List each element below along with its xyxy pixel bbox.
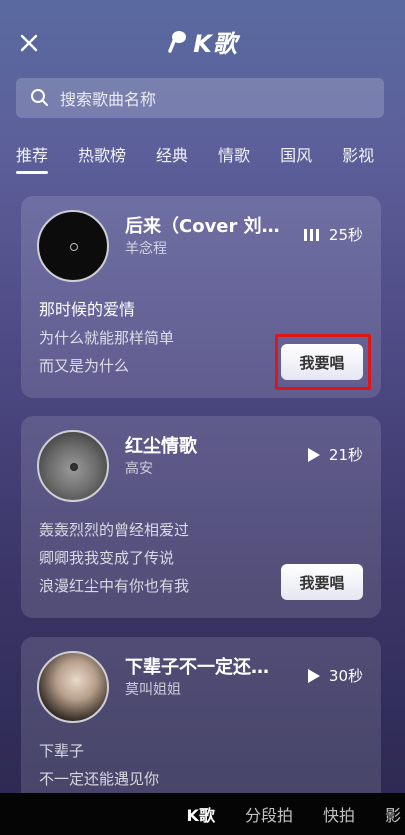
song-title: 红尘情歌	[125, 436, 197, 457]
lyric-line: 而又是为什么	[39, 357, 130, 375]
tab-hot-songs[interactable]: 热歌榜	[78, 142, 126, 174]
brand-title: K歌	[193, 30, 238, 58]
microphone-icon	[168, 30, 187, 53]
album-cover	[37, 210, 109, 282]
duration: 30秒	[307, 665, 363, 686]
singer-name: 羊念程	[125, 241, 167, 257]
disc-hole	[70, 243, 78, 251]
play-icon	[307, 668, 320, 683]
singer-name: 高安	[125, 461, 153, 477]
duration-text: 21秒	[328, 446, 363, 464]
lyrics: 下辈子 不一定还能遇见你	[39, 737, 159, 793]
album-cover	[37, 651, 109, 723]
nav-item-segment-shoot[interactable]: 分段拍	[245, 802, 293, 826]
lyrics: 轰轰烈烈的曾经相爱过 卿卿我我变成了传说 浪漫红尘中有你也有我	[39, 516, 189, 600]
equalizer-icon	[303, 228, 319, 241]
lyric-line: 轰轰烈烈的曾经相爱过	[39, 521, 190, 539]
brand: K歌	[0, 24, 405, 59]
nav-item-quick-shoot[interactable]: 快拍	[323, 802, 355, 826]
search-bar[interactable]: 搜索歌曲名称	[16, 78, 384, 118]
song-card[interactable]: 红尘情歌 高安 21秒 轰轰烈烈的曾经相爱过 卿卿我我变成了传说 浪漫红尘中有你…	[21, 416, 381, 618]
singer-name: 莫叫姐姐	[125, 682, 181, 698]
lyric-line: 那时候的爱情	[39, 300, 136, 319]
search-input[interactable]: 搜索歌曲名称	[60, 86, 156, 110]
bottom-nav: K歌 分段拍 快拍 影	[0, 793, 405, 835]
tab-classic[interactable]: 经典	[156, 142, 188, 174]
lyric-line: 下辈子	[39, 742, 85, 760]
nav-item-film[interactable]: 影	[385, 802, 401, 826]
disc-hole	[70, 463, 78, 471]
song-title: 后来（Cover 刘若英）	[125, 216, 285, 237]
nav-item-ksong[interactable]: K歌	[187, 802, 215, 826]
tab-chinese-style[interactable]: 国风	[280, 142, 312, 174]
duration-text: 30秒	[328, 667, 363, 685]
tab-recommend[interactable]: 推荐	[16, 142, 49, 174]
lyric-line: 卿卿我我变成了传说	[39, 549, 175, 567]
lyrics: 那时候的爱情 为什么就能那样简单 而又是为什么	[39, 296, 174, 380]
duration-text: 25秒	[328, 226, 363, 244]
song-title: 下辈子不一定还能遇见你	[125, 657, 285, 678]
duration: 21秒	[307, 444, 363, 465]
lyric-line: 浪漫红尘中有你也有我	[39, 577, 190, 595]
play-icon	[307, 447, 320, 462]
song-card[interactable]: 后来（Cover 刘若英） 羊念程 25秒 那时候的爱情 为什么就能那样简单 而…	[21, 196, 381, 398]
tab-film-tv[interactable]: 影视	[342, 142, 374, 174]
lyric-line: 为什么就能那样简单	[39, 329, 175, 347]
lyric-line: 不一定还能遇见你	[39, 770, 160, 788]
album-cover	[37, 430, 109, 502]
top-bar: K歌	[0, 0, 405, 80]
sing-button[interactable]: 我要唱	[281, 344, 363, 380]
category-tabs: 推荐 热歌榜 经典 情歌 国风 影视	[16, 142, 405, 178]
sing-button[interactable]: 我要唱	[281, 564, 363, 600]
search-icon	[31, 89, 48, 106]
tab-love-songs[interactable]: 情歌	[218, 142, 250, 174]
duration: 25秒	[303, 224, 363, 245]
